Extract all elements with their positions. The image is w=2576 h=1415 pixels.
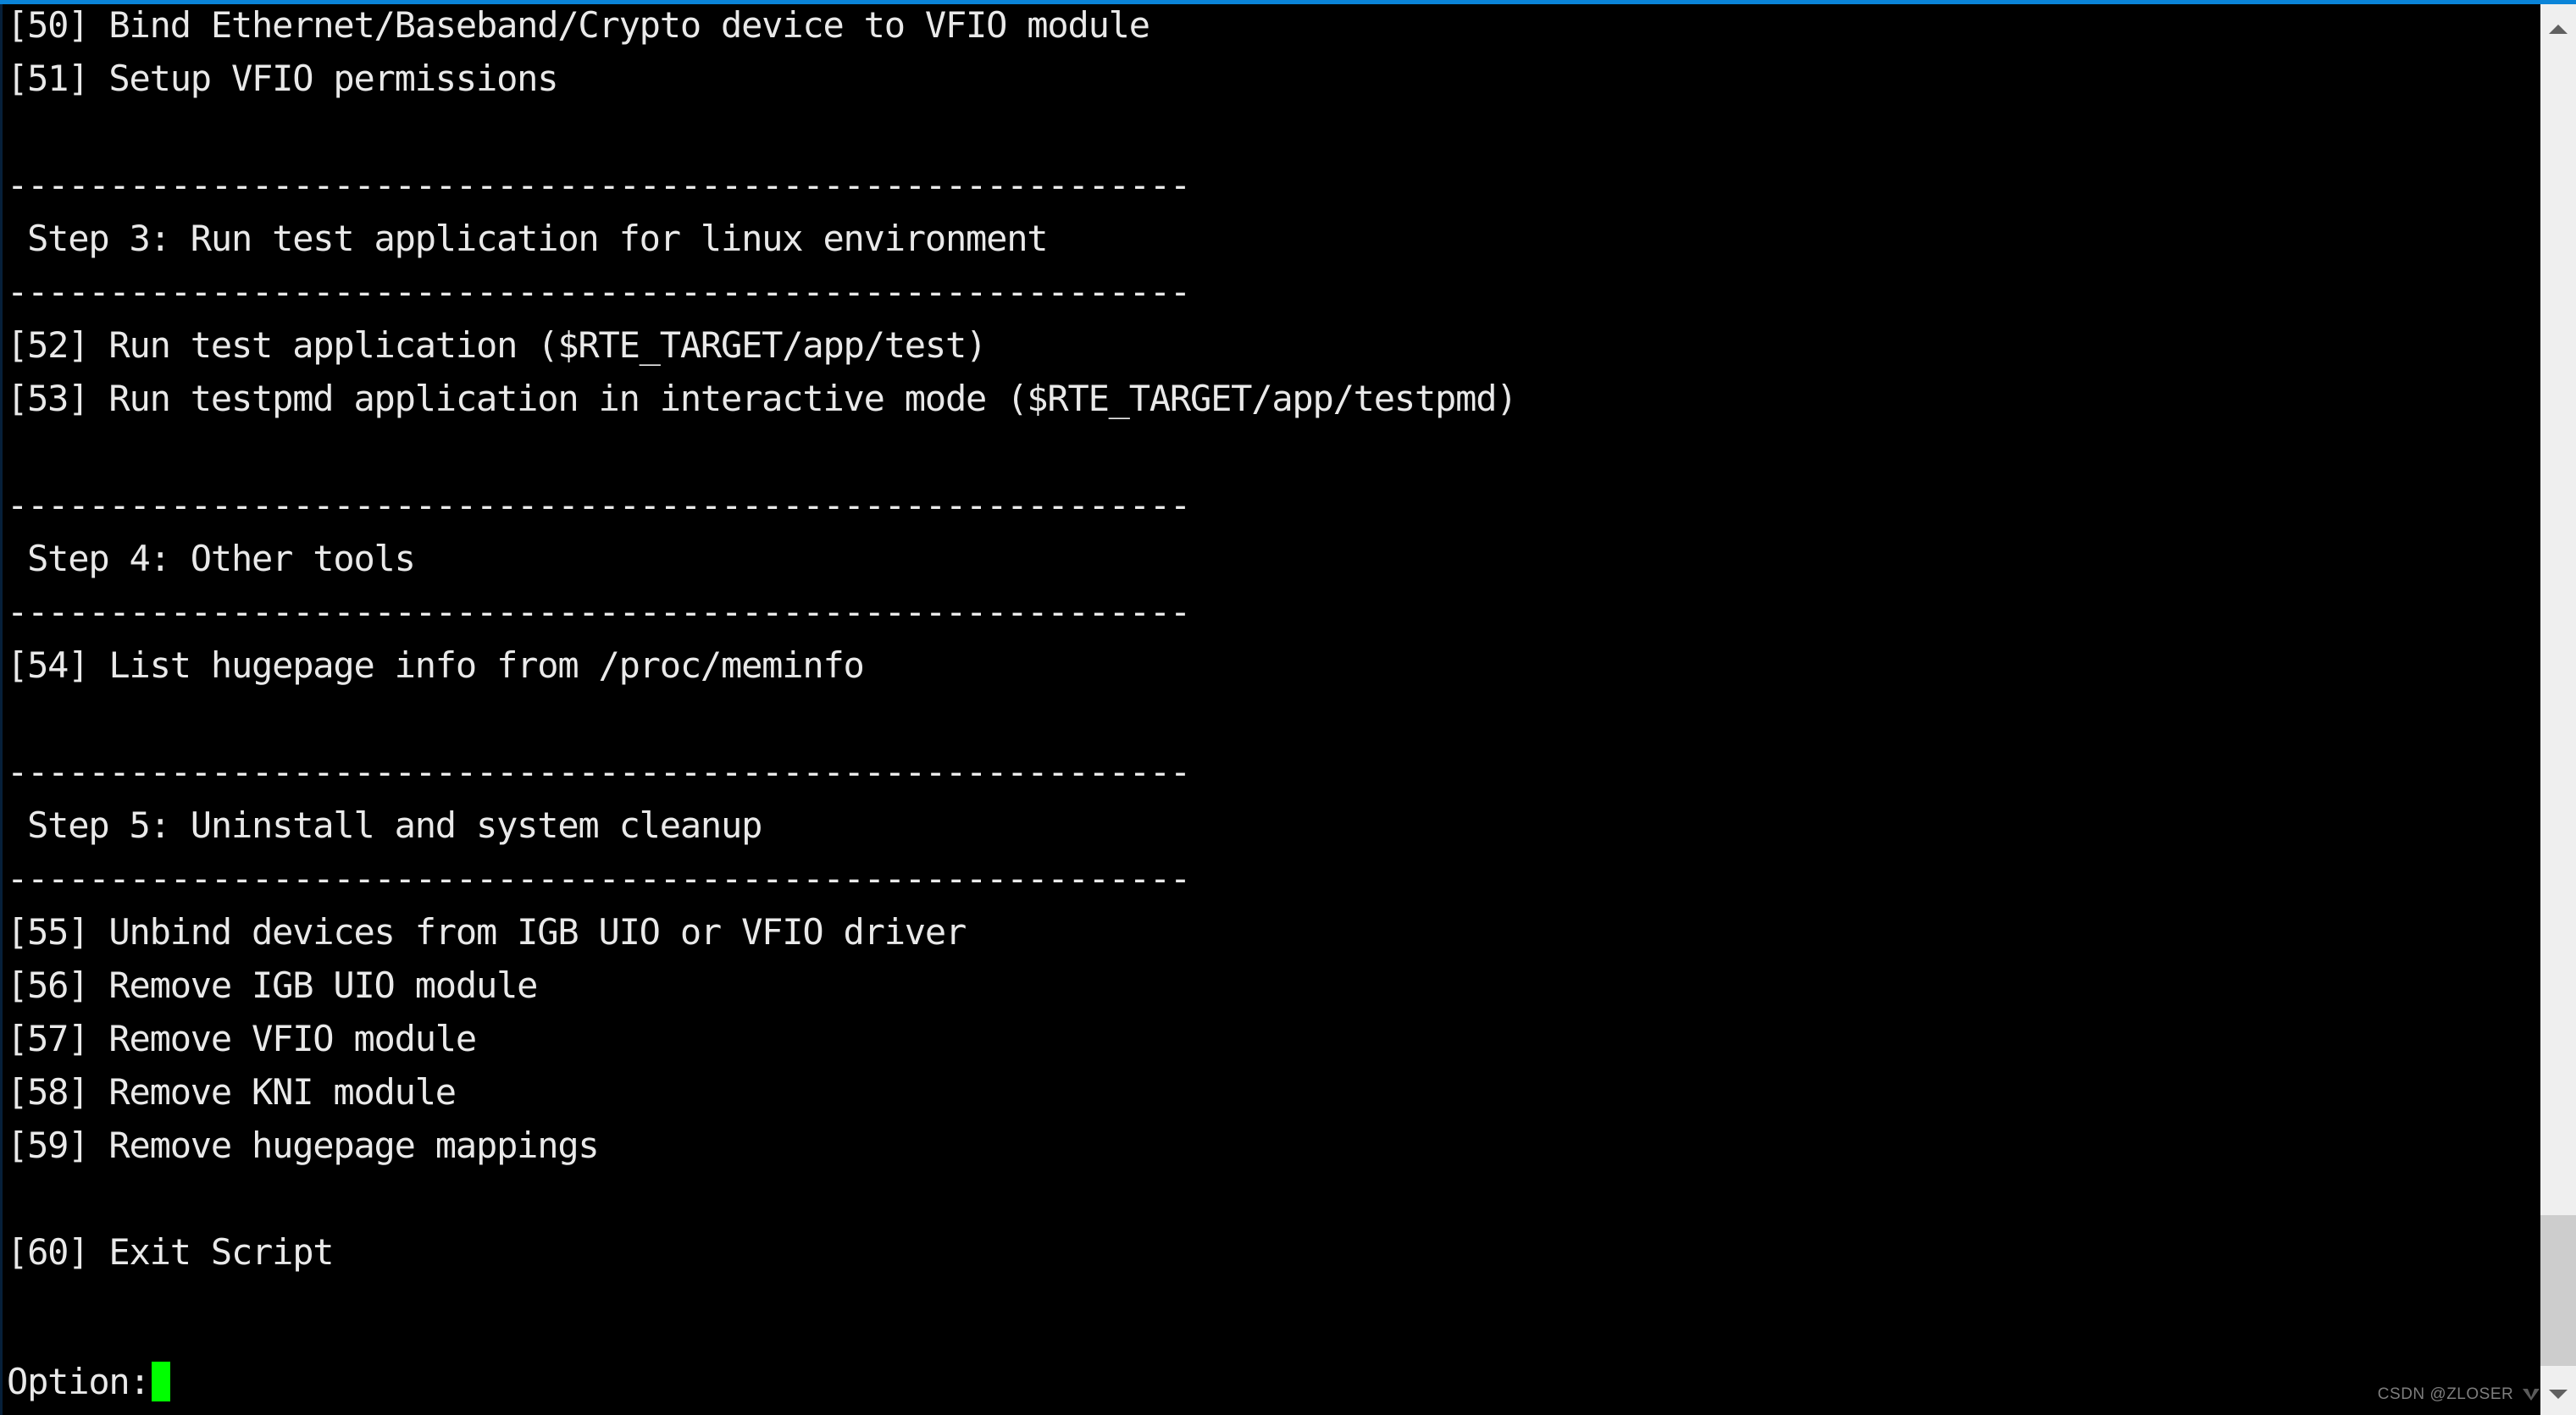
window-left-border [0, 4, 3, 1415]
terminal-line: ----------------------------------------… [7, 591, 1191, 633]
terminal-line: Step 3: Run test application for linux e… [7, 218, 1049, 259]
terminal-line: Step 4: Other tools [7, 538, 416, 579]
option-prompt-label: Option: [7, 1361, 151, 1402]
terminal-line: [52] Run test application ($RTE_TARGET/a… [7, 324, 987, 366]
vertical-scrollbar[interactable] [2540, 4, 2576, 1415]
window-top-accent-border [0, 0, 2576, 4]
chevron-down-icon [2549, 1389, 2568, 1399]
scrollbar-thumb[interactable] [2540, 1215, 2576, 1366]
terminal-line: [56] Remove IGB UIO module [7, 965, 538, 1006]
scrollbar-down-button[interactable] [2540, 1376, 2576, 1412]
terminal-line: [59] Remove hugepage mappings [7, 1125, 600, 1166]
terminal-line: [54] List hugepage info from /proc/memin… [7, 644, 865, 686]
terminal-line: [51] Setup VFIO permissions [7, 58, 559, 99]
terminal-line: [53] Run testpmd application in interact… [7, 378, 1518, 419]
scrollbar-up-button[interactable] [2540, 11, 2576, 47]
terminal-line: ----------------------------------------… [7, 164, 1191, 206]
terminal-line: [60] Exit Script [7, 1231, 335, 1273]
terminal-line: ----------------------------------------… [7, 751, 1191, 793]
chevron-up-icon [2549, 24, 2568, 34]
terminal-text-lines: [50] Bind Ethernet/Baseband/Crypto devic… [7, 4, 1518, 1279]
terminal-window: [50] Bind Ethernet/Baseband/Crypto devic… [0, 0, 2576, 1415]
option-prompt-line[interactable]: Option: [7, 1355, 170, 1408]
terminal-line: Step 5: Uninstall and system cleanup [7, 804, 762, 846]
terminal-line: ----------------------------------------… [7, 484, 1191, 526]
terminal-line: [55] Unbind devices from IGB UIO or VFIO… [7, 911, 967, 953]
terminal-line: [58] Remove KNI module [7, 1071, 457, 1113]
terminal-line: [57] Remove VFIO module [7, 1018, 477, 1059]
text-cursor [151, 1362, 170, 1401]
terminal-line: [50] Bind Ethernet/Baseband/Crypto devic… [7, 4, 1150, 46]
terminal-line: ----------------------------------------… [7, 858, 1191, 899]
csdn-watermark: CSDN @ZLOSER [2378, 1385, 2540, 1407]
terminal-output-area[interactable]: [50] Bind Ethernet/Baseband/Crypto devic… [0, 4, 2540, 1415]
csdn-logo-icon [2522, 1388, 2540, 1407]
watermark-text: CSDN @ZLOSER [2377, 1385, 2514, 1403]
terminal-line: ----------------------------------------… [7, 271, 1191, 312]
